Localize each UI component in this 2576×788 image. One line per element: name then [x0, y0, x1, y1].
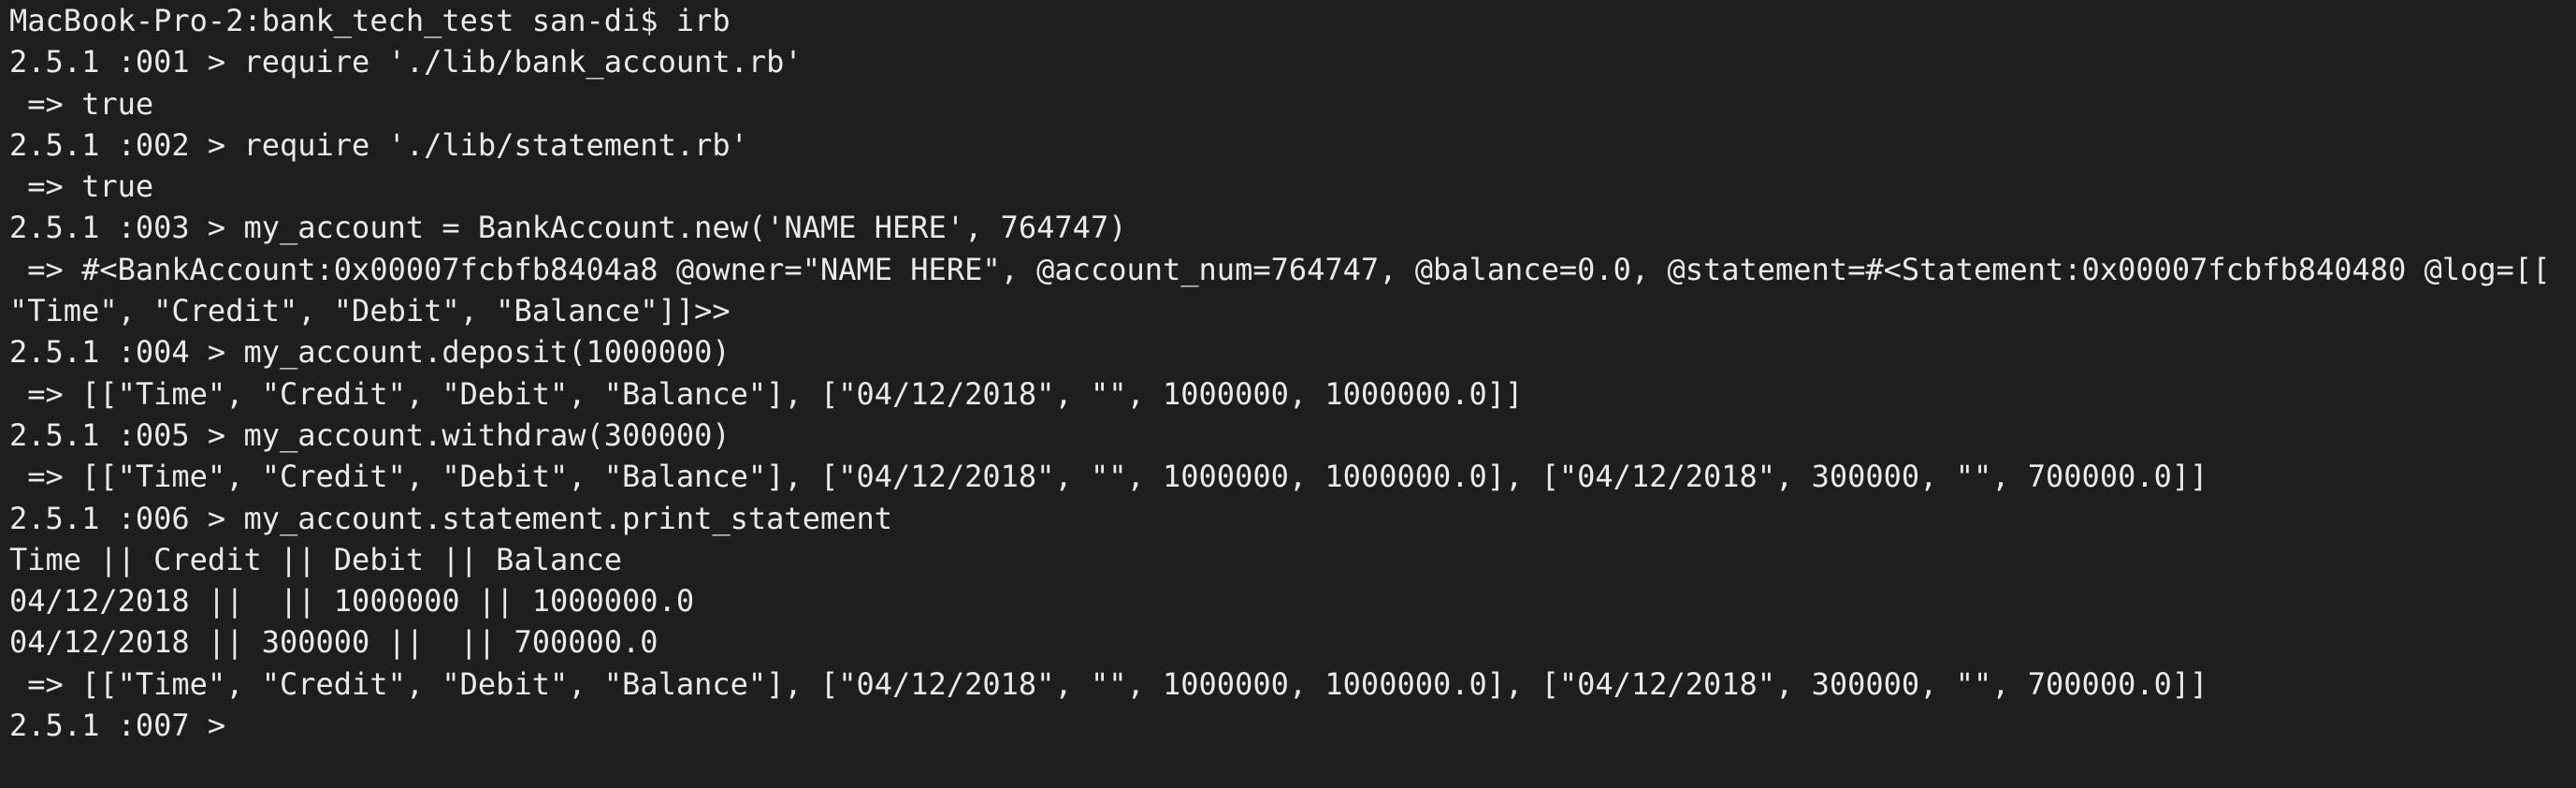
- terminal-line-output-2: => true: [9, 168, 154, 205]
- terminal-line-output-1: => true: [9, 85, 154, 122]
- statement-header-line: Time || Credit || Debit || Balance: [9, 541, 623, 577]
- terminal-active-prompt[interactable]: 2.5.1 :007 >: [9, 705, 2576, 746]
- terminal-line-shell-prompt: MacBook-Pro-2:bank_tech_test san-di$ irb: [9, 3, 731, 38]
- terminal-line-output-6: => [["Time", "Credit", "Debit", "Balance…: [9, 665, 2208, 702]
- terminal-line-irb-input-5: 2.5.1 :005 > my_account.withdraw(300000): [9, 416, 731, 453]
- statement-row-1: 04/12/2018 || || 1000000 || 1000000.0: [9, 583, 695, 620]
- terminal-line-irb-input-6: 2.5.1 :006 > my_account.statement.print_…: [9, 500, 893, 536]
- terminal-line-irb-input-4: 2.5.1 :004 > my_account.deposit(1000000): [9, 334, 731, 371]
- terminal-line-output-3b: "Time", "Credit", "Debit", "Balance"]]>>: [9, 293, 731, 329]
- statement-row-2: 04/12/2018 || 300000 || || 700000.0: [9, 624, 658, 661]
- terminal-line-output-5: => [["Time", "Credit", "Debit", "Balance…: [9, 459, 2208, 495]
- terminal-line-irb-input-2: 2.5.1 :002 > require './lib/statement.rb…: [9, 126, 748, 163]
- terminal-window[interactable]: MacBook-Pro-2:bank_tech_test san-di$ irb…: [0, 0, 2576, 788]
- terminal-line-irb-input-3: 2.5.1 :003 > my_account = BankAccount.ne…: [9, 210, 1127, 246]
- terminal-line-output-3a: => #<BankAccount:0x00007fcbfb8404a8 @own…: [9, 251, 2551, 287]
- terminal-line-output-4: => [["Time", "Credit", "Debit", "Balance…: [9, 375, 1524, 412]
- terminal-line-irb-input-1: 2.5.1 :001 > require './lib/bank_account…: [9, 44, 803, 80]
